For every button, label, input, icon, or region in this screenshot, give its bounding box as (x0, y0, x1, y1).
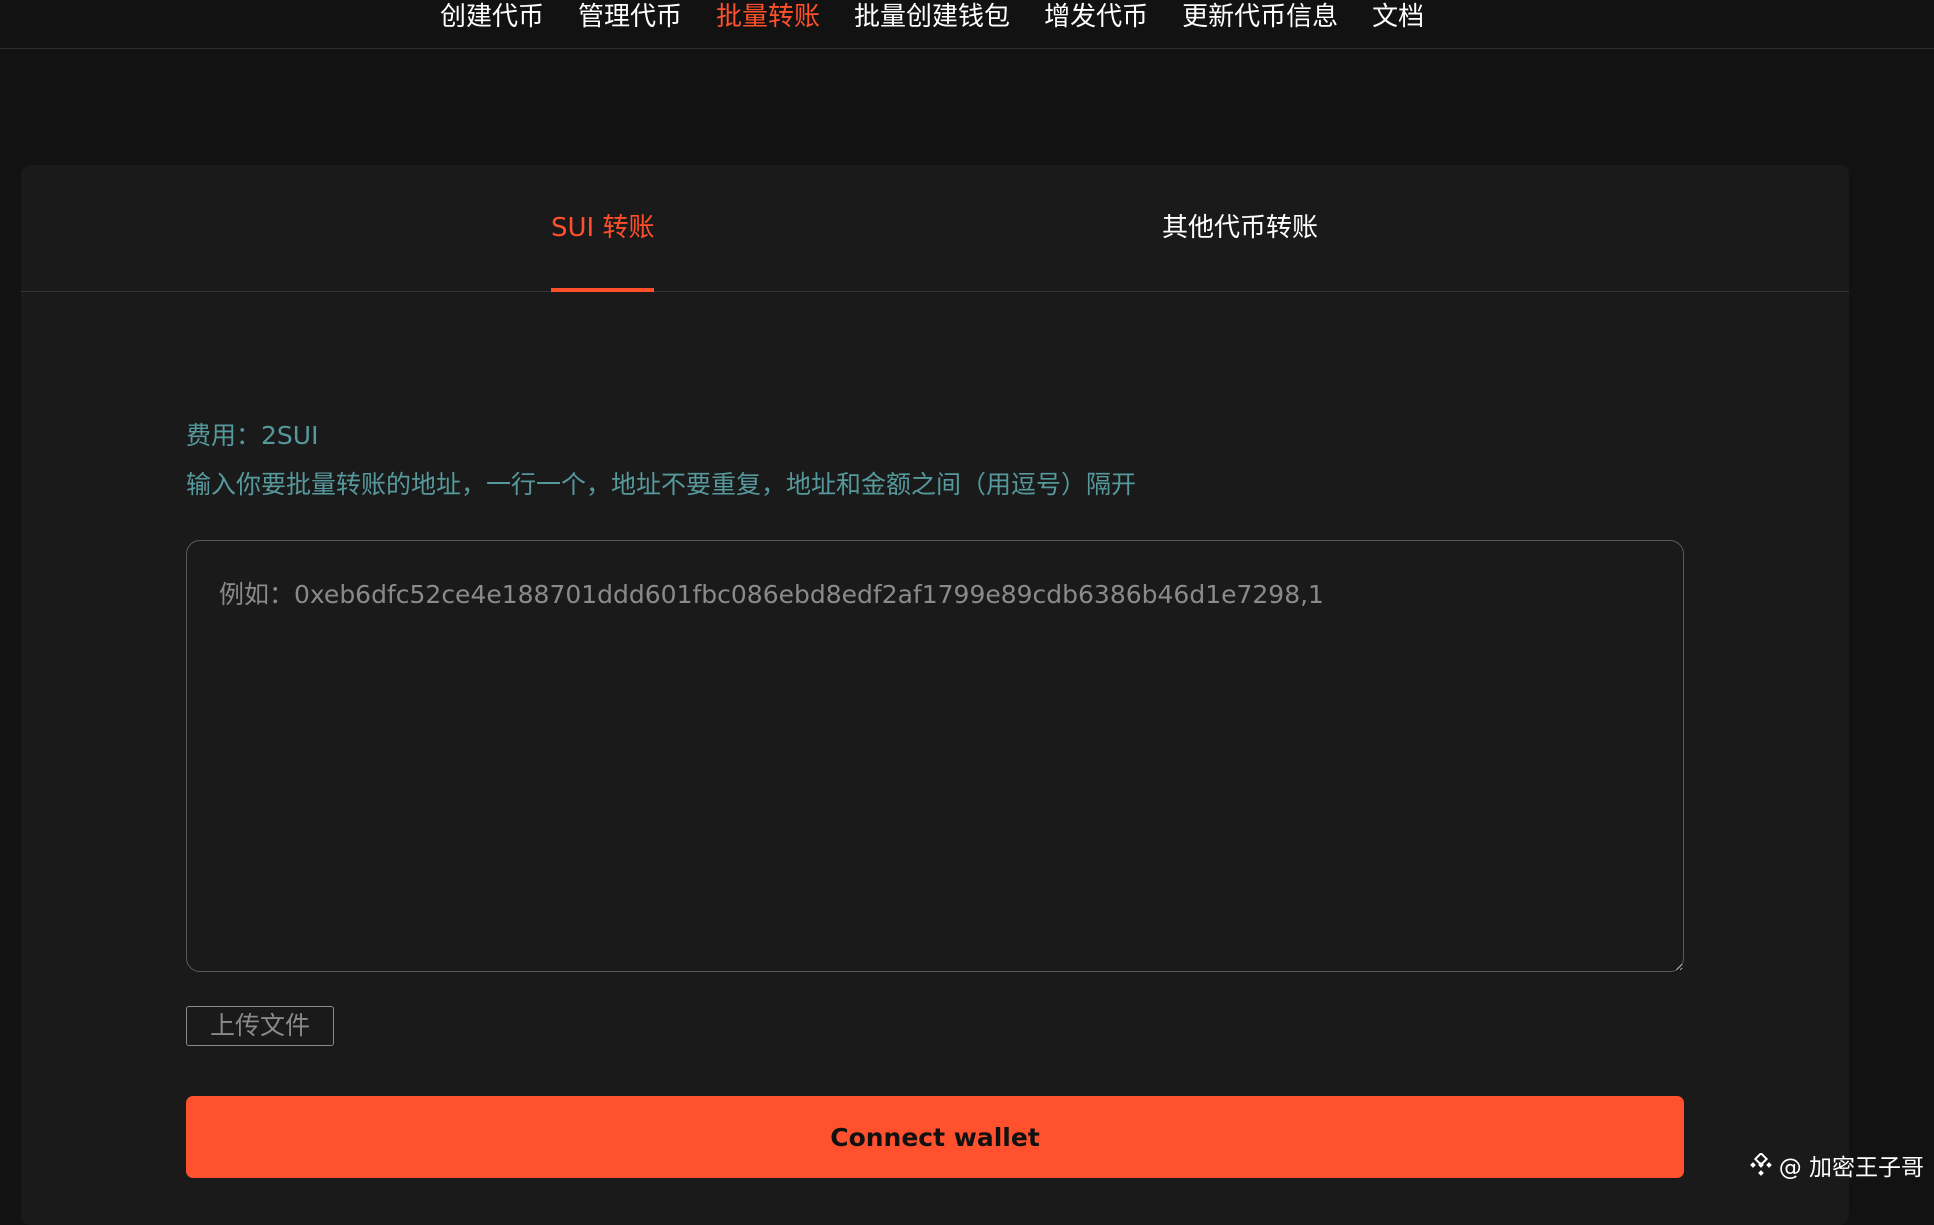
watermark: @ 加密王子哥 (1749, 1148, 1924, 1182)
upload-file-button[interactable]: 上传文件 (186, 1006, 334, 1046)
nav-item-update-token-info[interactable]: 更新代币信息 (1182, 0, 1338, 34)
nav-item-docs[interactable]: 文档 (1372, 0, 1424, 34)
nav-item-batch-transfer[interactable]: 批量转账 (716, 0, 820, 34)
tab-sui-transfer[interactable]: SUI 转账 (551, 165, 654, 292)
nav-item-manage-token[interactable]: 管理代币 (578, 0, 682, 34)
active-tab-indicator (551, 288, 654, 292)
top-navigation: 创建代币 管理代币 批量转账 批量创建钱包 增发代币 更新代币信息 文档 (0, 0, 1934, 49)
instructions-text: 输入你要批量转账的地址，一行一个，地址不要重复，地址和金额之间（用逗号）隔开 (186, 465, 1136, 501)
nav-item-batch-create-wallet[interactable]: 批量创建钱包 (854, 0, 1010, 34)
transfer-tabs: SUI 转账 其他代币转账 (21, 165, 1849, 292)
watermark-text: @ 加密王子哥 (1779, 1148, 1924, 1182)
binance-square-icon (1749, 1153, 1773, 1177)
address-list-input[interactable] (186, 540, 1684, 972)
transfer-card: SUI 转账 其他代币转账 费用：2SUI 输入你要批量转账的地址，一行一个，地… (21, 165, 1849, 1225)
fee-text: 费用：2SUI (186, 416, 318, 452)
nav-item-create-token[interactable]: 创建代币 (440, 0, 544, 34)
tab-sui-transfer-label: SUI 转账 (551, 213, 654, 243)
connect-wallet-button[interactable]: Connect wallet (186, 1096, 1684, 1178)
nav-item-mint-token[interactable]: 增发代币 (1044, 0, 1148, 34)
nav-menu: 创建代币 管理代币 批量转账 批量创建钱包 增发代币 更新代币信息 文档 (440, 0, 1458, 34)
tab-other-token-transfer[interactable]: 其他代币转账 (1162, 165, 1318, 292)
tab-other-token-transfer-label: 其他代币转账 (1162, 213, 1318, 243)
